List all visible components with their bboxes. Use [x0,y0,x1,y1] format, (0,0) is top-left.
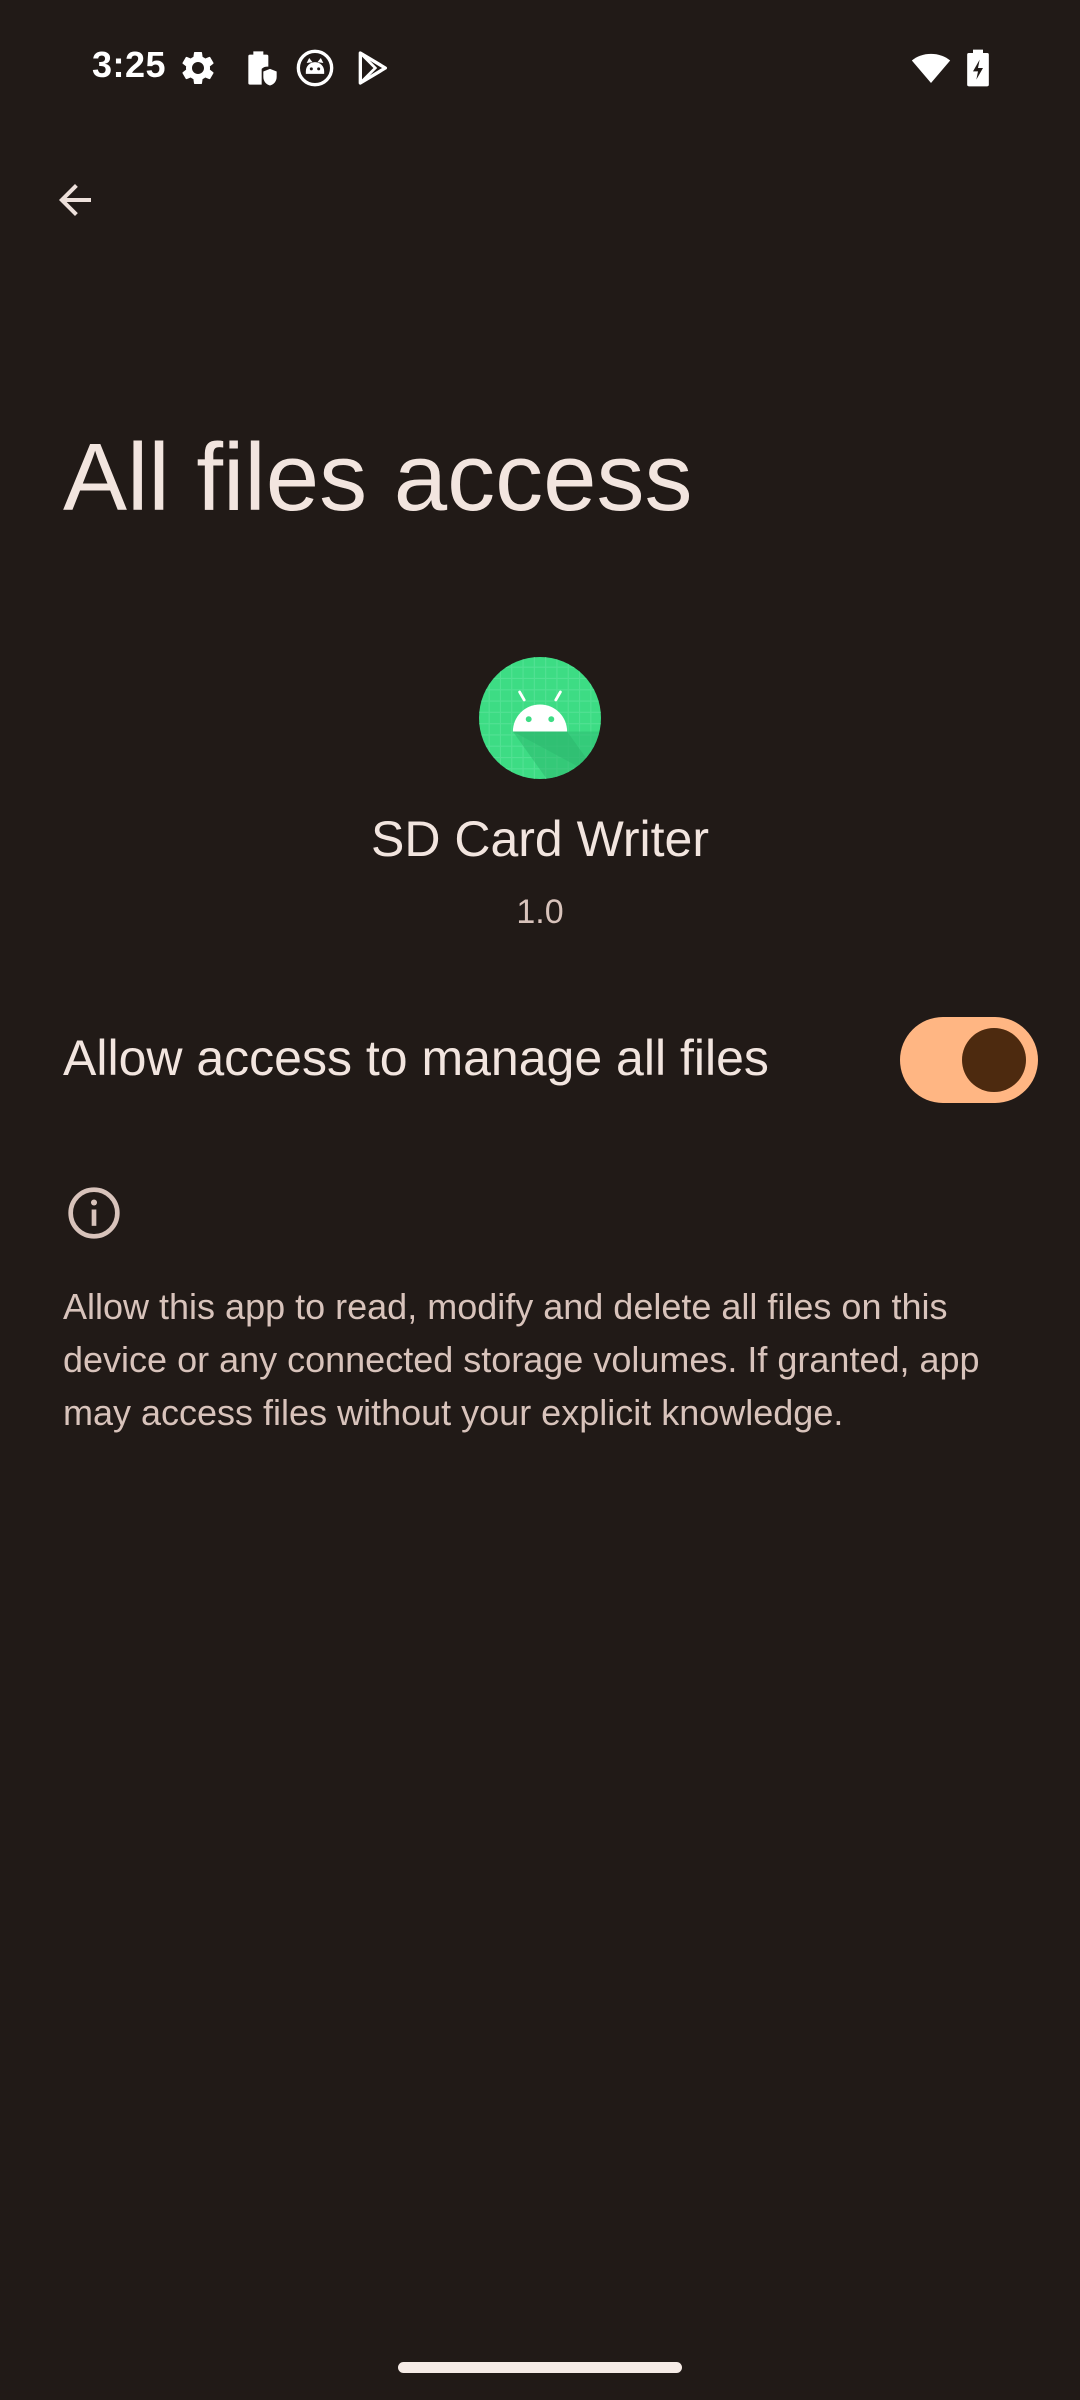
app-version: 1.0 [516,893,564,931]
app-name: SD Card Writer [370,811,709,867]
play-store-icon [352,48,392,88]
toggle-thumb [962,1028,1026,1092]
cat-face-icon [295,48,335,88]
permission-toggle-row[interactable]: Allow access to manage all files [0,995,1080,1125]
permission-label: Allow access to manage all files [63,1030,769,1086]
wifi-icon [911,48,951,88]
back-button[interactable] [40,165,110,235]
info-description: Allow this app to read, modify and delet… [63,1286,980,1433]
arrow-back-icon [59,184,91,216]
clipboard-shield-icon [240,48,280,88]
permission-toggle-switch[interactable] [900,1017,1038,1103]
gesture-nav-handle[interactable] [398,2362,682,2373]
page-title: All files access [63,424,693,531]
battery-charging-icon [960,48,996,88]
status-time: 3:25 [92,44,167,85]
android-app-icon [479,657,601,779]
info-icon [66,1185,122,1241]
status-bar: 3:25 [0,0,1080,135]
screen: 3:25 All files access SD Card Writer 1.0… [0,0,1080,2400]
settings-icon [178,48,218,88]
